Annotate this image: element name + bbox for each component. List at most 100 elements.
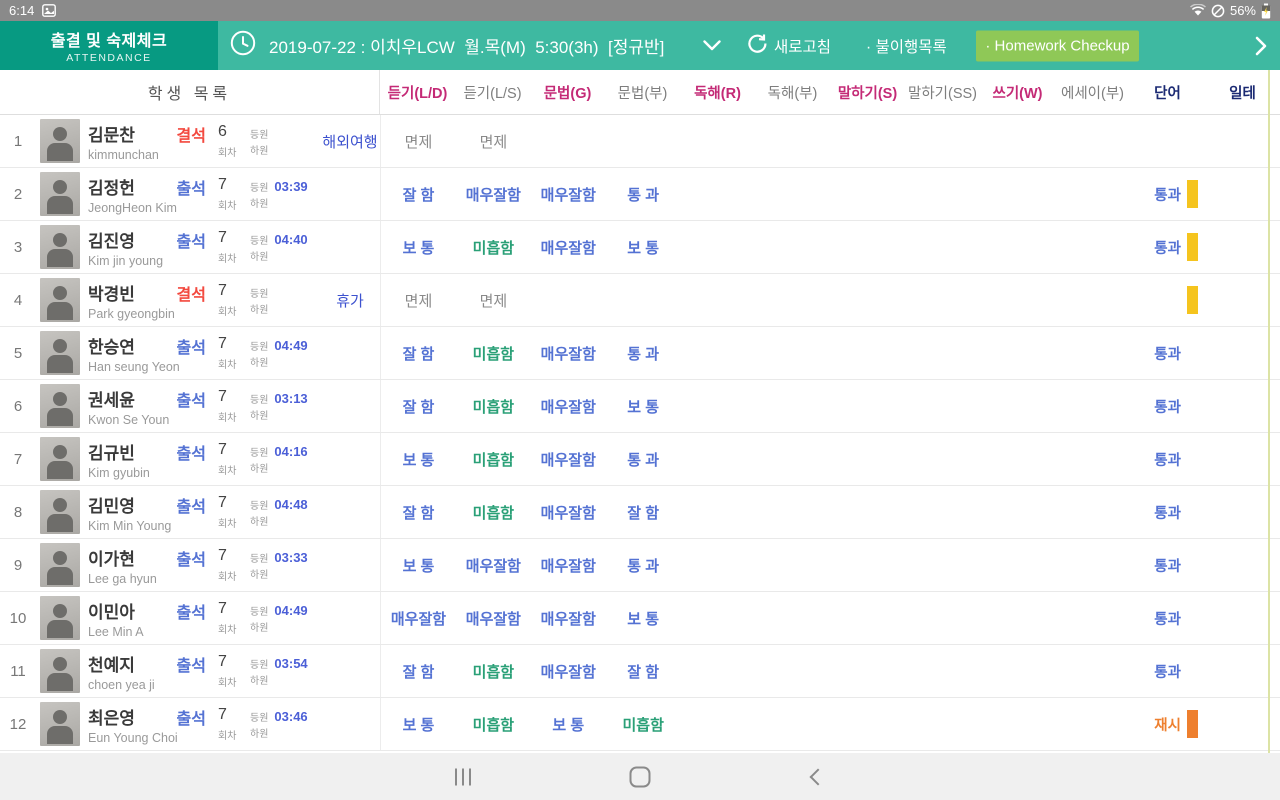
grade-cell[interactable]: 매우잘함 — [456, 184, 531, 205]
grade-cell[interactable]: 보 통 — [531, 714, 606, 735]
table-row[interactable]: 5 한승연 출석 Han seung Yeon 7 회차 등원 04:49 하 — [0, 327, 1280, 380]
grade-cell[interactable]: 매우잘함 — [531, 661, 606, 682]
grade-cell[interactable]: 미흡함 — [456, 502, 531, 523]
grade-cell[interactable]: 매우잘함 — [531, 449, 606, 470]
absence-note: 휴가 — [320, 290, 380, 311]
table-row[interactable]: 1 김문찬 결석 kimmunchan 6 회차 등원 하원 — [0, 115, 1280, 168]
grade-cell[interactable]: 통 과 — [606, 343, 681, 364]
session-count-label: 회차 — [218, 250, 248, 265]
grade-cell[interactable]: 보 통 — [381, 449, 456, 470]
grade-cell[interactable]: 보 통 — [606, 396, 681, 417]
session-count: 7 — [218, 706, 248, 724]
grade-cell[interactable]: 통 과 — [606, 184, 681, 205]
attendance-status[interactable]: 출석 — [177, 440, 206, 464]
grade-cell[interactable]: 보 통 — [381, 714, 456, 735]
grade-cell[interactable]: 매우잘함 — [531, 555, 606, 576]
session-count-block: 7 회차 — [218, 176, 248, 212]
grade-cell[interactable]: 미흡함 — [456, 237, 531, 258]
grade-cell[interactable]: 매우잘함 — [456, 608, 531, 629]
student-name-block: 김문찬 결석 kimmunchan — [88, 121, 206, 162]
check-in-time: 04:49 — [274, 338, 307, 353]
attendance-status[interactable]: 출석 — [177, 652, 206, 676]
table-row[interactable]: 10 이민아 출석 Lee Min A 7 회차 등원 04:49 하원 — [0, 592, 1280, 645]
check-in-time: 03:54 — [274, 656, 307, 671]
attendance-status[interactable]: 출석 — [177, 334, 206, 358]
word-test-result[interactable]: 통과 — [1130, 396, 1205, 417]
attendance-status[interactable]: 결석 — [177, 281, 206, 305]
grade-cell[interactable]: 잘 함 — [381, 396, 456, 417]
attendance-status[interactable]: 출석 — [177, 228, 206, 252]
table-row[interactable]: 11 천예지 출석 choen yea ji 7 회차 등원 03:54 하원 — [0, 645, 1280, 698]
grade-cell[interactable]: 보 통 — [381, 237, 456, 258]
back-button[interactable] — [810, 768, 827, 785]
grade-cell[interactable]: 매우잘함 — [531, 502, 606, 523]
word-test-result[interactable]: 통과 — [1130, 343, 1205, 364]
grade-cell[interactable]: 통 과 — [606, 449, 681, 470]
grade-cell[interactable]: 잘 함 — [381, 343, 456, 364]
grade-cell[interactable]: 보 통 — [381, 555, 456, 576]
table-row[interactable]: 4 박경빈 결석 Park gyeongbin 7 회차 등원 하원 — [0, 274, 1280, 327]
app-title-button[interactable]: 출결 및 숙제체크 ATTENDANCE — [0, 21, 218, 70]
table-row[interactable]: 3 김진영 출석 Kim jin young 7 회차 등원 04:40 하원 — [0, 221, 1280, 274]
student-name-block: 김규빈 출석 Kim gyubin — [88, 439, 206, 480]
grade-cell[interactable]: 보 통 — [606, 237, 681, 258]
check-in-time: 04:16 — [274, 444, 307, 459]
grade-cell[interactable]: 면제 — [381, 131, 456, 152]
table-row[interactable]: 12 최은영 출석 Eun Young Choi 7 회차 등원 03:46 — [0, 698, 1280, 751]
grade-cell[interactable]: 미흡함 — [456, 449, 531, 470]
grade-cell[interactable]: 매우잘함 — [531, 237, 606, 258]
attendance-status[interactable]: 출석 — [177, 546, 206, 570]
check-in-label: 등원 — [250, 391, 268, 406]
table-row[interactable]: 9 이가현 출석 Lee ga hyun 7 회차 등원 03:33 하원 — [0, 539, 1280, 592]
grade-cell[interactable]: 미흡함 — [456, 343, 531, 364]
refresh-button[interactable]: 새로고침 — [748, 21, 831, 70]
grade-cell[interactable]: 면제 — [456, 290, 531, 311]
grade-cell[interactable]: 매우잘함 — [381, 608, 456, 629]
word-test-result[interactable]: 통과 — [1130, 608, 1205, 629]
attendance-status[interactable]: 출석 — [177, 175, 206, 199]
word-test-result[interactable]: 통과 — [1130, 502, 1205, 523]
grade-cell[interactable]: 미흡함 — [456, 661, 531, 682]
word-test-result[interactable]: 통과 — [1130, 555, 1205, 576]
grade-cell[interactable]: 매우잘함 — [456, 555, 531, 576]
next-page-chevron[interactable] — [1255, 21, 1267, 70]
app-bar: 출결 및 숙제체크 ATTENDANCE 2019-07-22 : 이치우LCW… — [0, 21, 1280, 70]
grade-cell[interactable]: 잘 함 — [381, 661, 456, 682]
grade-cell[interactable]: 미흡함 — [456, 714, 531, 735]
student-info: 11 천예지 출석 choen yea ji 7 회차 등원 03:54 하원 — [0, 645, 380, 697]
grade-cell[interactable]: 매우잘함 — [531, 343, 606, 364]
attendance-status[interactable]: 결석 — [177, 122, 206, 146]
grade-cell[interactable]: 면제 — [381, 290, 456, 311]
grade-cell[interactable]: 미흡함 — [606, 714, 681, 735]
grade-cell[interactable]: 매우잘함 — [531, 184, 606, 205]
home-button[interactable] — [630, 766, 651, 787]
table-row[interactable]: 8 김민영 출석 Kim Min Young 7 회차 등원 04:48 하원 — [0, 486, 1280, 539]
class-session-selector[interactable]: 2019-07-22 : 이치우LCW 월.목(M) 5:30(3h) [정규반… — [230, 21, 721, 70]
table-row[interactable]: 2 김정헌 출석 JeongHeon Kim 7 회차 등원 03:39 하원 — [0, 168, 1280, 221]
word-test-result[interactable]: 통과 — [1130, 449, 1205, 470]
homework-checkup-button[interactable]: · Homework Checkup — [976, 30, 1139, 61]
attendance-status[interactable]: 출석 — [177, 599, 206, 623]
grade-cell[interactable]: 통 과 — [606, 555, 681, 576]
grade-cell[interactable]: 매우잘함 — [531, 608, 606, 629]
grade-cell[interactable]: 잘 함 — [381, 184, 456, 205]
session-count-block: 7 회차 — [218, 547, 248, 583]
grade-cell[interactable]: 매우잘함 — [531, 396, 606, 417]
check-in-out-block: 등원 04:49 하원 — [250, 604, 320, 633]
attendance-status[interactable]: 출석 — [177, 705, 206, 729]
noncompliance-list-button[interactable]: · 불이행목록 — [866, 21, 947, 70]
word-test-result[interactable]: 통과 — [1130, 661, 1205, 682]
grade-cell[interactable]: 잘 함 — [381, 502, 456, 523]
grade-cell[interactable]: 잘 함 — [606, 502, 681, 523]
attendance-status[interactable]: 출석 — [177, 493, 206, 517]
grade-cell[interactable]: 면제 — [456, 131, 531, 152]
check-in-out-block: 등원 04:40 하원 — [250, 233, 320, 262]
recents-button[interactable] — [455, 768, 471, 785]
check-out-label: 하원 — [250, 142, 268, 157]
table-row[interactable]: 6 권세윤 출석 Kwon Se Youn 7 회차 등원 03:13 하원 — [0, 380, 1280, 433]
table-row[interactable]: 7 김규빈 출석 Kim gyubin 7 회차 등원 04:16 하원 — [0, 433, 1280, 486]
attendance-status[interactable]: 출석 — [177, 387, 206, 411]
grade-cell[interactable]: 잘 함 — [606, 661, 681, 682]
grade-cell[interactable]: 보 통 — [606, 608, 681, 629]
grade-cell[interactable]: 미흡함 — [456, 396, 531, 417]
